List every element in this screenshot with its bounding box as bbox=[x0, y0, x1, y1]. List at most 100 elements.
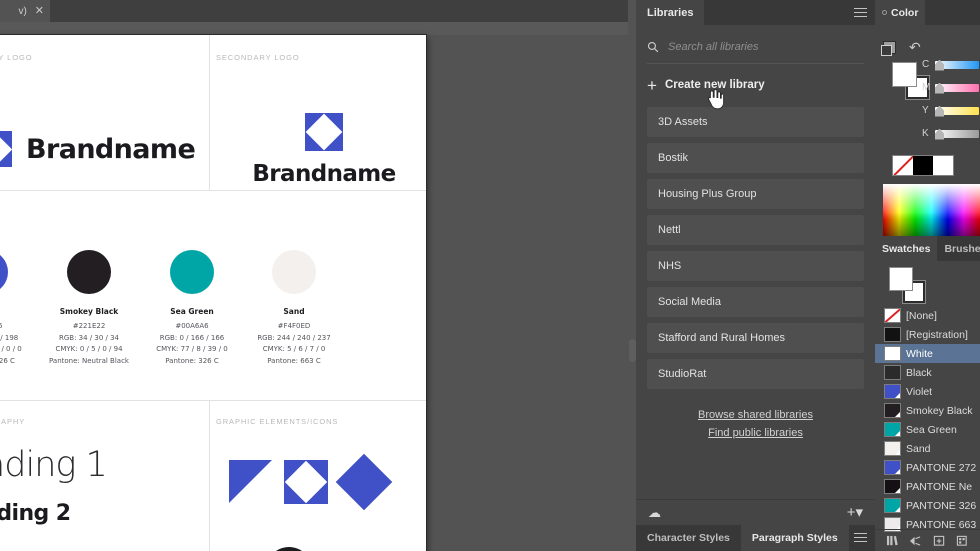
panel-menu-icon bbox=[854, 530, 867, 545]
section-label-colors: COLORS bbox=[0, 207, 1, 216]
apply-color-icon[interactable] bbox=[881, 41, 896, 56]
library-name: Bostik bbox=[658, 152, 688, 164]
list-item[interactable]: 3D Assets bbox=[647, 107, 864, 137]
tab-paragraph-styles[interactable]: Paragraph Styles bbox=[740, 525, 849, 551]
slider-y-thumb[interactable] bbox=[935, 105, 944, 117]
tab-character-styles-label: Character Styles bbox=[647, 532, 730, 544]
swatch-label: PANTONE Ne bbox=[906, 480, 973, 493]
list-item[interactable]: NHS bbox=[647, 251, 864, 281]
swatch-label: PANTONE 272 bbox=[906, 461, 977, 474]
slider-c-thumb[interactable] bbox=[935, 59, 944, 71]
tab-brushes[interactable]: Brushes bbox=[937, 236, 980, 261]
divider bbox=[209, 400, 210, 551]
color-cmyk: CMYK: 77 / 8 / 39 / 0 bbox=[156, 345, 228, 353]
list-item[interactable]: Social Media bbox=[647, 287, 864, 317]
list-item[interactable]: Bostik bbox=[647, 143, 864, 173]
cloud-icon[interactable]: ☁ bbox=[648, 505, 661, 521]
document-tab[interactable]: v) ✕ bbox=[0, 0, 50, 22]
panel-splitter[interactable] bbox=[628, 0, 636, 551]
create-new-library-button[interactable]: + Create new library bbox=[647, 68, 864, 102]
tab-swatches[interactable]: Swatches bbox=[875, 236, 938, 261]
swatches-list: [None] [Registration] White Black Violet Smok… bbox=[875, 306, 980, 534]
swatch-row[interactable]: PANTONE 326 bbox=[875, 496, 980, 515]
color-name: Smokey Black bbox=[59, 307, 119, 316]
libraries-body: Search all libraries + Create new librar… bbox=[636, 30, 875, 439]
show-swatch-kinds-icon[interactable] bbox=[909, 535, 922, 547]
slider-k-track[interactable] bbox=[935, 128, 979, 140]
black-swatch[interactable] bbox=[913, 156, 933, 175]
tab-libraries[interactable]: Libraries bbox=[636, 0, 705, 25]
swatch-row[interactable]: PANTONE Ne bbox=[875, 477, 980, 496]
document-area: v) ✕ PRIMARY LOGO bbox=[0, 0, 636, 551]
none-swatch[interactable] bbox=[893, 156, 913, 175]
list-item[interactable]: Housing Plus Group bbox=[647, 179, 864, 209]
library-name: NHS bbox=[658, 260, 682, 272]
tab-character-styles[interactable]: Character Styles bbox=[636, 525, 741, 551]
swatch-color-chip bbox=[884, 327, 901, 342]
list-item[interactable]: Stafford and Rural Homes bbox=[647, 323, 864, 353]
slider-c[interactable]: C bbox=[922, 53, 980, 76]
swatch-row[interactable]: White bbox=[875, 344, 980, 363]
primary-logo-lockup: Brandname bbox=[0, 131, 196, 167]
secondary-logo-wordmark: Brandname bbox=[252, 161, 396, 187]
slider-m-thumb[interactable] bbox=[935, 82, 944, 94]
library-name: 3D Assets bbox=[658, 116, 708, 128]
delete-swatch-icon[interactable] bbox=[956, 535, 969, 547]
swatch-row[interactable]: Black bbox=[875, 363, 980, 382]
color-spec-sea-green: Sea Green #00A6A6 RGB: 0 / 166 / 166 CMY… bbox=[138, 250, 246, 367]
styles-panel-menu-button[interactable] bbox=[854, 525, 867, 550]
splitter-grip[interactable] bbox=[629, 339, 636, 362]
swatch-row[interactable]: [Registration] bbox=[875, 325, 980, 344]
swatch-row[interactable]: Violet bbox=[875, 382, 980, 401]
find-public-libraries-link[interactable]: Find public libraries bbox=[647, 427, 864, 439]
browse-shared-libraries-link[interactable]: Browse shared libraries bbox=[647, 409, 864, 421]
swatch-label: [None] bbox=[906, 309, 937, 322]
slider-y[interactable]: Y bbox=[922, 99, 980, 122]
color-spec-violet: Violet #4050C6 RGB: 64 / 80 / 198 CMYK: … bbox=[0, 250, 40, 367]
libraries-search-row[interactable]: Search all libraries bbox=[647, 30, 864, 64]
color-cmyk: CMYK: 0 / 5 / 0 / 94 bbox=[55, 345, 123, 353]
color-swatches-panel: Color ↶ C M Y K Swatches Brushe [None] [… bbox=[875, 0, 980, 551]
slider-c-label: C bbox=[922, 59, 930, 70]
color-pantone: Pantone: 2726 C bbox=[0, 356, 15, 365]
swatch-libraries-icon[interactable] bbox=[886, 535, 899, 547]
libraries-footer: ☁ +▾ bbox=[636, 499, 875, 525]
swatch-row[interactable]: Smokey Black bbox=[875, 401, 980, 420]
color-rgb: RGB: 64 / 80 / 198 bbox=[0, 333, 19, 342]
swatch-row[interactable]: PANTONE 272 bbox=[875, 458, 980, 477]
close-icon[interactable]: ✕ bbox=[35, 5, 44, 17]
new-swatch-icon[interactable] bbox=[933, 535, 946, 547]
tab-brushes-label: Brushes bbox=[944, 242, 980, 255]
fill-color-swatch[interactable] bbox=[892, 62, 917, 87]
add-icon[interactable]: +▾ bbox=[847, 505, 863, 520]
slider-m[interactable]: M bbox=[922, 76, 980, 99]
tab-color[interactable]: Color bbox=[875, 0, 926, 25]
primary-logo-wordmark: Brandname bbox=[26, 133, 196, 165]
list-item[interactable]: StudioRat bbox=[647, 359, 864, 389]
slider-m-track[interactable] bbox=[935, 82, 979, 94]
libraries-panel-menu-button[interactable] bbox=[854, 0, 867, 25]
secondary-logo-lockup: Brandname bbox=[234, 113, 414, 187]
search-icon bbox=[647, 41, 659, 52]
swatches-footer bbox=[875, 529, 980, 551]
swatch-row[interactable]: Sea Green bbox=[875, 420, 980, 439]
libraries-links: Browse shared libraries Find public libr… bbox=[647, 409, 864, 439]
slider-c-track[interactable] bbox=[935, 59, 979, 71]
slider-k[interactable]: K bbox=[922, 122, 980, 145]
list-item[interactable]: Nettl bbox=[647, 215, 864, 245]
section-graphic-elements: GRAPHIC ELEMENTS/ICONS bbox=[216, 417, 338, 426]
fill-color-swatch[interactable] bbox=[889, 267, 913, 291]
swap-fill-stroke-icon[interactable]: ↶ bbox=[909, 39, 921, 56]
search-input[interactable]: Search all libraries bbox=[668, 41, 758, 53]
swatch-row[interactable]: [None] bbox=[875, 306, 980, 325]
slider-y-track[interactable] bbox=[935, 105, 979, 117]
white-swatch[interactable] bbox=[933, 156, 953, 175]
swatch-row[interactable]: Sand bbox=[875, 439, 980, 458]
create-new-library-label: Create new library bbox=[664, 79, 765, 91]
swatches-fill-stroke-selector[interactable] bbox=[875, 261, 980, 306]
cmyk-sliders: C M Y K bbox=[922, 53, 980, 145]
tab-color-label: Color bbox=[891, 6, 919, 19]
slider-k-thumb[interactable] bbox=[935, 128, 944, 140]
canvas[interactable]: PRIMARY LOGO Brandname SECONDARY LOGO bbox=[0, 35, 636, 551]
section-label-primary-logo: PRIMARY LOGO bbox=[0, 53, 33, 62]
